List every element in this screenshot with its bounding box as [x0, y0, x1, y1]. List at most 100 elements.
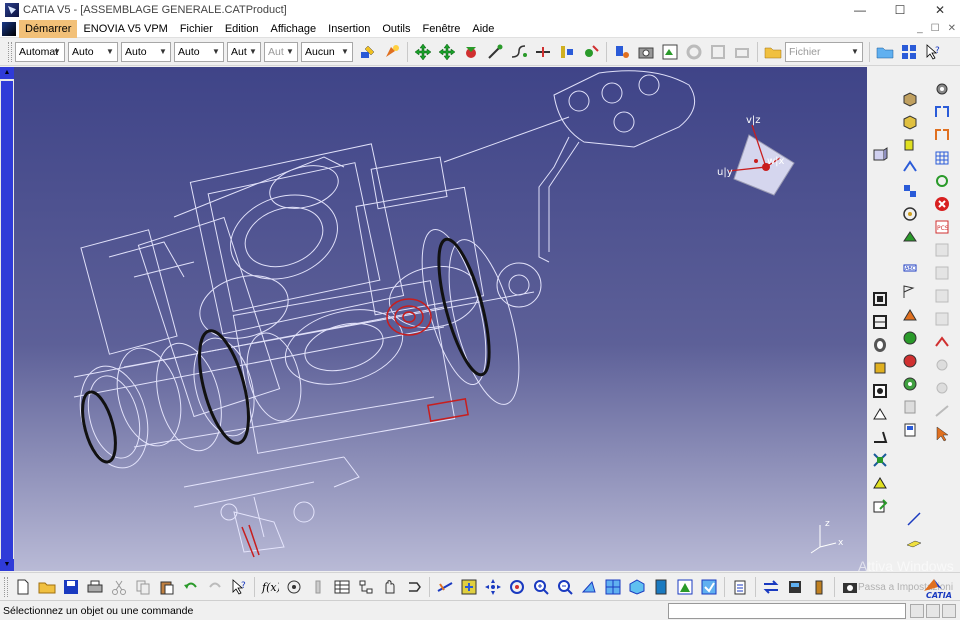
- analysis-sphere-icon[interactable]: [899, 373, 921, 395]
- formula-icon[interactable]: f(x): [259, 576, 281, 598]
- disabled-tool-icon-2[interactable]: [931, 262, 953, 284]
- swap-icon[interactable]: [760, 576, 782, 598]
- help-icon[interactable]: ?: [228, 576, 250, 598]
- menu-edition[interactable]: Edition: [219, 20, 265, 38]
- switch-icon[interactable]: [403, 576, 425, 598]
- coincidence-icon[interactable]: [869, 380, 891, 402]
- assembly-wireframe[interactable]: v|z w|x u|y z x: [14, 67, 867, 571]
- target-icon[interactable]: [899, 203, 921, 225]
- image-capture-icon[interactable]: [635, 41, 657, 63]
- close-button[interactable]: ✕: [920, 0, 960, 20]
- manipulation-icon[interactable]: [484, 41, 506, 63]
- shading-icon[interactable]: [674, 576, 696, 598]
- menu-outils[interactable]: Outils: [376, 20, 416, 38]
- flag-note-icon[interactable]: [899, 281, 921, 303]
- product-icon[interactable]: [869, 144, 891, 166]
- knowledge-icon[interactable]: [283, 576, 305, 598]
- minimize-button[interactable]: —: [840, 0, 880, 20]
- iso-view-icon[interactable]: [626, 576, 648, 598]
- analysis-icon[interactable]: [580, 41, 602, 63]
- color-combo[interactable]: Automat ▼: [15, 41, 65, 62]
- menu-fichier[interactable]: Fichier: [174, 20, 219, 38]
- grey-doc-icon[interactable]: [899, 396, 921, 418]
- mechanism-icon[interactable]: [931, 124, 953, 146]
- clipboard-icon[interactable]: [729, 576, 751, 598]
- annotation-icon[interactable]: ABC: [899, 258, 921, 280]
- fly-mode-icon[interactable]: [434, 576, 456, 598]
- disabled-tool-icon[interactable]: [931, 239, 953, 261]
- mdi-minimize-button[interactable]: _: [917, 20, 923, 38]
- print-disabled-icon[interactable]: [731, 41, 753, 63]
- new-product-icon[interactable]: [899, 111, 921, 133]
- check-disabled-icon[interactable]: [707, 41, 729, 63]
- red-sphere-icon[interactable]: [899, 350, 921, 372]
- menu-insertion[interactable]: Insertion: [322, 20, 376, 38]
- hand-icon[interactable]: [379, 576, 401, 598]
- cursor-icon[interactable]: [931, 423, 953, 445]
- multi-instantiation-icon[interactable]: [899, 180, 921, 202]
- copy-format-icon[interactable]: [381, 41, 403, 63]
- open-folder-icon[interactable]: [874, 41, 896, 63]
- render-style-combo[interactable]: Aut ▼: [264, 41, 298, 62]
- scroll-down-button[interactable]: ▼: [0, 559, 14, 571]
- painter-icon[interactable]: [357, 41, 379, 63]
- vertical-scrollbar[interactable]: ▲ ▼: [0, 67, 14, 571]
- grid-icon[interactable]: [931, 147, 953, 169]
- whats-this-icon[interactable]: ?: [922, 41, 944, 63]
- catalog-icon[interactable]: [611, 41, 633, 63]
- print-icon[interactable]: [84, 576, 106, 598]
- zoom-out-icon[interactable]: [554, 576, 576, 598]
- pcs-icon[interactable]: PCS: [931, 216, 953, 238]
- disabled-tool-icon-3[interactable]: [931, 285, 953, 307]
- cut-icon[interactable]: [108, 576, 130, 598]
- scene-icon[interactable]: [659, 41, 681, 63]
- toolbar-grip[interactable]: [8, 41, 12, 62]
- command-input[interactable]: [668, 603, 906, 619]
- green-sphere-icon[interactable]: [899, 327, 921, 349]
- sheet-icon[interactable]: [899, 419, 921, 441]
- status-button-1[interactable]: [910, 604, 924, 618]
- menu-enovia[interactable]: ENOVIA V5 VPM: [77, 20, 173, 38]
- undo-icon[interactable]: [180, 576, 202, 598]
- gear-icon[interactable]: [931, 78, 953, 100]
- menu-fenetre[interactable]: Fenêtre: [416, 20, 466, 38]
- zoom-in-icon[interactable]: [530, 576, 552, 598]
- offset-constraint-icon[interactable]: [869, 311, 891, 333]
- new-component-icon[interactable]: [899, 88, 921, 110]
- cancel-icon[interactable]: [931, 193, 953, 215]
- table-icon[interactable]: [331, 576, 353, 598]
- paste-icon[interactable]: [156, 576, 178, 598]
- 3d-viewport[interactable]: v|z w|x u|y z x: [14, 67, 867, 571]
- reuse-pattern-icon[interactable]: [869, 495, 891, 517]
- pan-icon[interactable]: [482, 576, 504, 598]
- disabled-tool-icon-4[interactable]: [931, 308, 953, 330]
- mdi-close-button[interactable]: ✕: [948, 20, 956, 38]
- menu-demarrer[interactable]: Démarrer: [19, 19, 78, 38]
- measure-icon[interactable]: [556, 41, 578, 63]
- angle-icon[interactable]: [869, 426, 891, 448]
- redo-icon[interactable]: [204, 576, 226, 598]
- contact-icon[interactable]: [869, 403, 891, 425]
- move-icon[interactable]: [412, 41, 434, 63]
- hide-show-icon[interactable]: [698, 576, 720, 598]
- cylinder-icon[interactable]: [869, 357, 891, 379]
- document-icon[interactable]: [2, 21, 16, 36]
- copy-icon[interactable]: [132, 576, 154, 598]
- transparency-combo[interactable]: Auto ▼: [68, 41, 118, 62]
- status-button-3[interactable]: [942, 604, 956, 618]
- phone-icon[interactable]: [784, 576, 806, 598]
- layer-combo[interactable]: Aucun ▼: [301, 41, 353, 62]
- scroll-thumb[interactable]: [1, 81, 13, 561]
- snap-icon[interactable]: [436, 41, 458, 63]
- existing-component-icon[interactable]: [899, 157, 921, 179]
- point-symbol-combo[interactable]: Aut ▼: [227, 41, 261, 62]
- save-icon[interactable]: [60, 576, 82, 598]
- stop-manipulate-icon[interactable]: [508, 41, 530, 63]
- mdi-restore-button[interactable]: ☐: [931, 20, 940, 38]
- clash-icon[interactable]: [532, 41, 554, 63]
- explode-icon[interactable]: [460, 41, 482, 63]
- manipulate-icon[interactable]: [899, 226, 921, 248]
- disabled-tool-icon-6[interactable]: [931, 377, 953, 399]
- update-icon[interactable]: [931, 101, 953, 123]
- disabled-tool-icon-7[interactable]: [931, 400, 953, 422]
